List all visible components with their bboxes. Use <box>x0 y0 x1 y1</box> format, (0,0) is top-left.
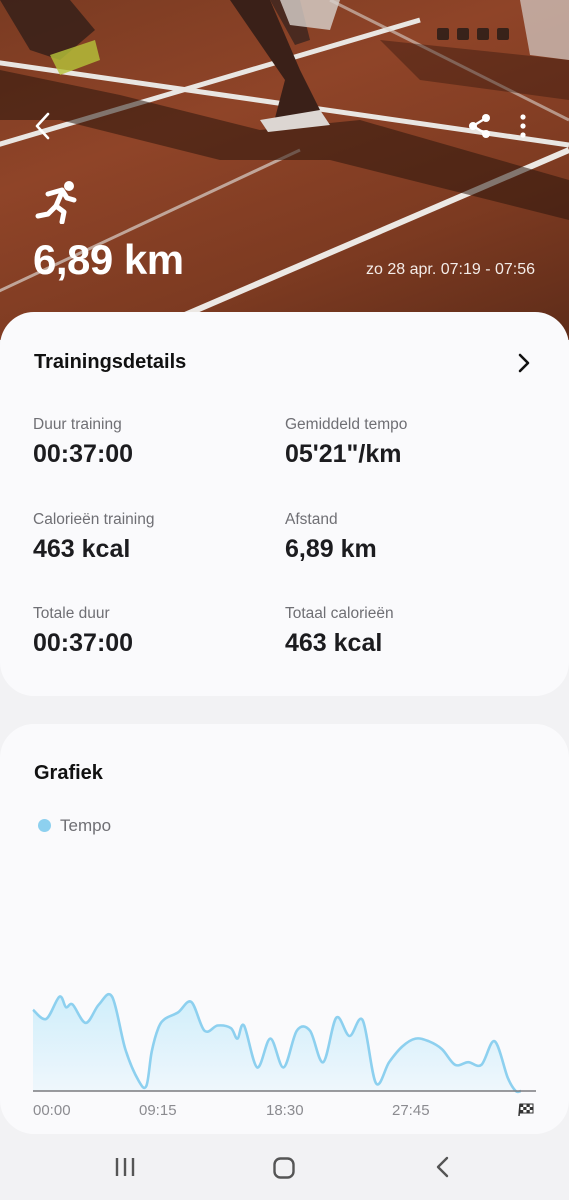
chevron-left-icon <box>35 112 50 140</box>
hero-header: 6,89 km zo 28 apr. 07:19 - 07:56 <box>0 0 569 340</box>
finish-flag-icon <box>518 1103 534 1116</box>
x-tick-label: 18:30 <box>266 1102 304 1119</box>
stat-label-total-duration: Totale duur <box>33 605 110 622</box>
status-bar-icons <box>437 28 509 40</box>
nav-back-icon[interactable] <box>435 1155 451 1179</box>
stat-label-calories: Calorieën training <box>33 511 155 528</box>
stat-label-duration: Duur training <box>33 416 122 433</box>
x-tick-label: 09:15 <box>139 1102 177 1119</box>
stat-value-total-calories: 463 kcal <box>285 629 383 657</box>
graph-title: Grafiek <box>34 762 103 784</box>
wifi-icon <box>457 28 469 40</box>
distance-value: 6,89 km <box>33 236 184 283</box>
recent-apps-icon[interactable] <box>114 1156 136 1178</box>
running-track-image <box>0 0 569 333</box>
stat-value-avg-pace: 05'21"/km <box>285 440 402 468</box>
workout-datetime: zo 28 apr. 07:19 - 07:56 <box>365 261 535 278</box>
stat-label-avg-pace: Gemiddeld tempo <box>285 416 408 433</box>
legend-label: Tempo <box>60 816 112 835</box>
signal-icon <box>477 28 489 40</box>
running-icon <box>35 181 77 224</box>
more-vert-icon <box>520 114 526 138</box>
tempo-area-fill <box>33 994 521 1092</box>
x-tick-label: 27:45 <box>392 1102 430 1119</box>
stat-value-total-duration: 00:37:00 <box>33 629 134 657</box>
stat-value-duration: 00:37:00 <box>33 440 134 468</box>
back-button[interactable] <box>28 108 60 144</box>
training-details-title: Trainingsdetails <box>34 351 187 373</box>
stat-value-calories: 463 kcal <box>33 535 131 563</box>
home-icon[interactable] <box>272 1156 296 1180</box>
battery-icon <box>497 28 509 40</box>
share-button[interactable] <box>466 112 494 140</box>
stat-label-total-calories: Totaal calorieën <box>285 605 394 622</box>
legend-dot <box>38 819 51 832</box>
pace-chart <box>32 992 536 1094</box>
share-icon <box>469 114 490 138</box>
more-options-button[interactable] <box>514 112 532 140</box>
stat-label-distance: Afstand <box>285 511 338 528</box>
alarm-icon <box>437 28 449 40</box>
x-tick-label: 00:00 <box>33 1102 71 1119</box>
stat-value-distance: 6,89 km <box>285 535 377 563</box>
chevron-right-icon[interactable] <box>512 350 536 376</box>
